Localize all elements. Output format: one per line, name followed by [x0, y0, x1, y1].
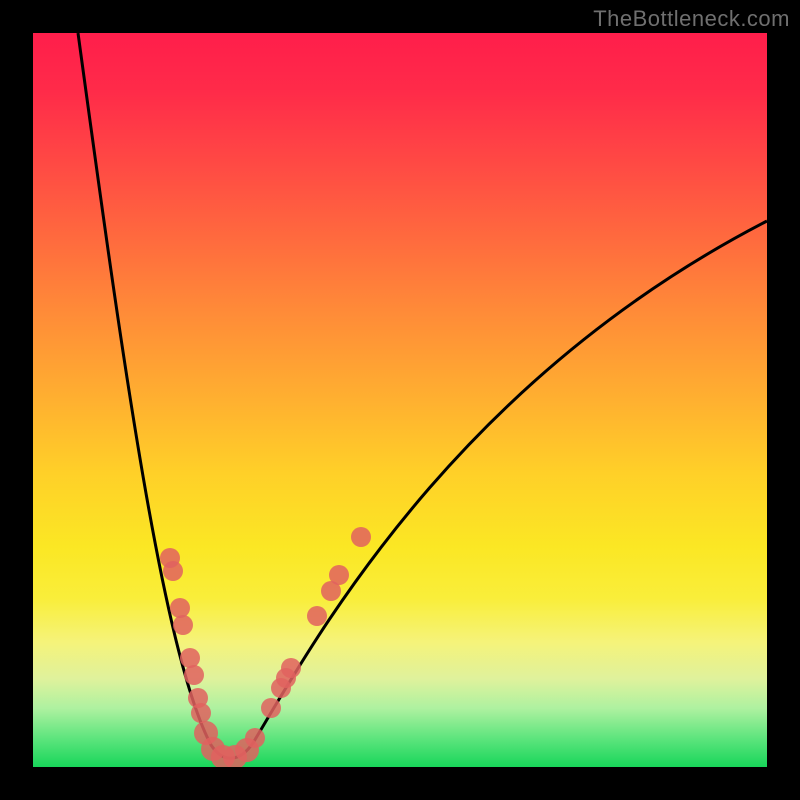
curve-marker	[191, 703, 211, 723]
curve-marker	[170, 598, 190, 618]
chart-svg	[33, 33, 767, 767]
chart-frame: TheBottleneck.com	[0, 0, 800, 800]
curve-marker	[180, 648, 200, 668]
watermark-text: TheBottleneck.com	[593, 6, 790, 32]
curve-marker	[281, 658, 301, 678]
curve-marker	[245, 728, 265, 748]
plot-area	[33, 33, 767, 767]
curve-marker	[173, 615, 193, 635]
curve-marker	[329, 565, 349, 585]
curve-marker	[184, 665, 204, 685]
curve-marker	[351, 527, 371, 547]
curve-marker	[261, 698, 281, 718]
bottleneck-curve	[78, 33, 767, 758]
curve-marker	[307, 606, 327, 626]
curve-marker	[163, 561, 183, 581]
curve-markers-group	[160, 527, 371, 767]
